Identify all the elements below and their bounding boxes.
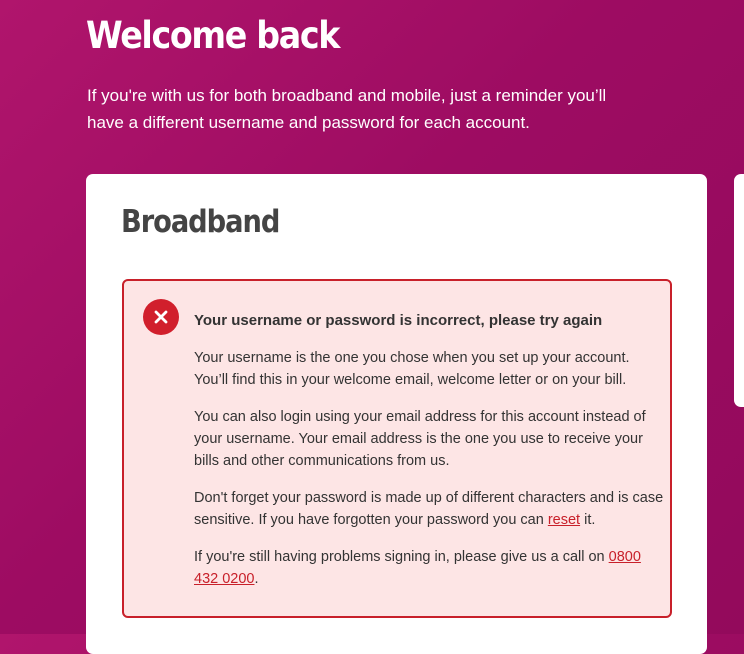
error-alert: Your username or password is incorrect, … <box>122 279 672 618</box>
reset-password-link[interactable]: reset <box>548 512 580 528</box>
card-title: Broadband <box>121 204 280 240</box>
error-contact-info: If you're still having problems signing … <box>194 546 664 590</box>
intro-text: If you're with us for both broadband and… <box>87 86 607 132</box>
error-heading: Your username or password is incorrect, … <box>194 312 603 329</box>
error-username-info: Your username is the one you chose when … <box>194 350 630 388</box>
password-info-end: it. <box>580 512 596 528</box>
broadband-login-card: Broadband Your username or password is i… <box>86 174 707 654</box>
error-content: Your username or password is incorrect, … <box>194 310 664 605</box>
page-title: Welcome back <box>86 14 340 57</box>
contact-info-text: If you're still having problems signing … <box>194 549 609 565</box>
contact-info-end: . <box>254 571 259 587</box>
mobile-card-edge <box>734 174 744 407</box>
error-email-info: You can also login using your email addr… <box>194 409 646 469</box>
error-password-info: Don't forget your password is made up of… <box>194 487 664 531</box>
error-x-icon <box>143 299 179 335</box>
